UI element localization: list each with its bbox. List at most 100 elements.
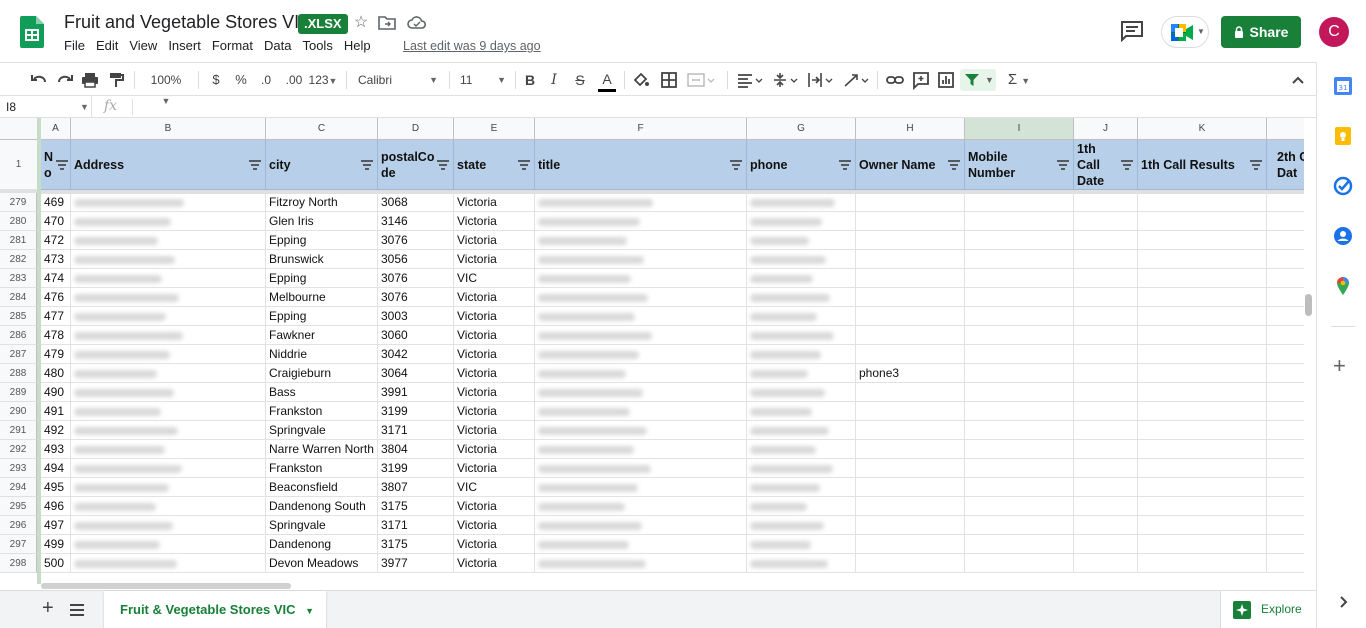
- cell-owner-name[interactable]: [856, 478, 965, 497]
- cell-state[interactable]: Victoria: [454, 212, 535, 231]
- cell-postalcode[interactable]: 3056: [378, 250, 454, 269]
- cell-mobile-number[interactable]: [965, 212, 1074, 231]
- maps-icon[interactable]: [1333, 276, 1353, 296]
- cell-no[interactable]: 492: [41, 421, 71, 440]
- text-wrapping-icon[interactable]: [806, 70, 836, 90]
- cell-title[interactable]: [535, 212, 747, 231]
- cell-state[interactable]: Victoria: [454, 497, 535, 516]
- cell-mobile-number[interactable]: [965, 326, 1074, 345]
- cell-postalcode[interactable]: 3991: [378, 383, 454, 402]
- cell-state[interactable]: Victoria: [454, 516, 535, 535]
- cell-1th-call-results[interactable]: [1138, 345, 1267, 364]
- column-header-d[interactable]: D: [378, 118, 454, 140]
- meet-button[interactable]: ▼: [1161, 16, 1209, 48]
- cell-no[interactable]: 490: [41, 383, 71, 402]
- cell-2th-call-date[interactable]: [1267, 250, 1304, 269]
- decrease-decimal-button[interactable]: .0: [256, 70, 276, 90]
- cell-city[interactable]: Frankston: [266, 402, 378, 421]
- cell-2th-call-date[interactable]: [1267, 326, 1304, 345]
- row-number[interactable]: 289: [0, 383, 37, 402]
- cell-state[interactable]: Victoria: [454, 231, 535, 250]
- number-format-select[interactable]: 123▼: [308, 70, 338, 90]
- column-header-h[interactable]: H: [856, 118, 965, 140]
- cell-2th-call-date[interactable]: [1267, 345, 1304, 364]
- cell-owner-name[interactable]: [856, 383, 965, 402]
- cell-city[interactable]: Narre Warren North: [266, 440, 378, 459]
- cell-mobile-number[interactable]: [965, 269, 1074, 288]
- header-cell-1th-call-date[interactable]: 1th Call Date: [1074, 140, 1138, 190]
- cell-owner-name[interactable]: [856, 345, 965, 364]
- cell-phone[interactable]: [747, 554, 856, 573]
- cell-no[interactable]: 480: [41, 364, 71, 383]
- cell-title[interactable]: [535, 383, 747, 402]
- cell-address[interactable]: [71, 326, 266, 345]
- filter-icon[interactable]: [839, 160, 851, 170]
- cell-postalcode[interactable]: 3807: [378, 478, 454, 497]
- cell-title[interactable]: [535, 250, 747, 269]
- cell-mobile-number[interactable]: [965, 497, 1074, 516]
- cell-address[interactable]: [71, 364, 266, 383]
- cell-address[interactable]: [71, 440, 266, 459]
- cell-1th-call-results[interactable]: [1138, 402, 1267, 421]
- fill-color-icon[interactable]: [632, 70, 650, 90]
- last-edit-link[interactable]: Last edit was 9 days ago: [403, 39, 541, 53]
- horizontal-scrollbar-thumb[interactable]: [41, 583, 291, 589]
- cell-mobile-number[interactable]: [965, 193, 1074, 212]
- cell-no[interactable]: 493: [41, 440, 71, 459]
- cell-address[interactable]: [71, 535, 266, 554]
- column-header-b[interactable]: B: [71, 118, 266, 140]
- row-number[interactable]: 290: [0, 402, 37, 421]
- cell-owner-name[interactable]: [856, 497, 965, 516]
- cell-2th-call-date[interactable]: [1267, 269, 1304, 288]
- cell-1th-call-results[interactable]: [1138, 535, 1267, 554]
- cell-1th-call-date[interactable]: [1074, 440, 1138, 459]
- cell-owner-name[interactable]: [856, 269, 965, 288]
- add-sheet-icon[interactable]: +: [42, 598, 54, 618]
- cell-city[interactable]: Epping: [266, 231, 378, 250]
- row-number[interactable]: 283: [0, 269, 37, 288]
- contacts-icon[interactable]: [1333, 226, 1353, 246]
- cell-1th-call-results[interactable]: [1138, 326, 1267, 345]
- cell-mobile-number[interactable]: [965, 402, 1074, 421]
- cell-2th-call-date[interactable]: [1267, 193, 1304, 212]
- cell-phone[interactable]: [747, 478, 856, 497]
- cell-phone[interactable]: [747, 326, 856, 345]
- cell-city[interactable]: Frankston: [266, 459, 378, 478]
- cell-title[interactable]: [535, 402, 747, 421]
- formula-input[interactable]: [136, 96, 1306, 118]
- cell-city[interactable]: Beaconsfield: [266, 478, 378, 497]
- cell-phone[interactable]: [747, 231, 856, 250]
- frozen-column-divider[interactable]: [37, 118, 41, 584]
- filter-button[interactable]: ▼: [960, 69, 996, 91]
- cell-city[interactable]: Niddrie: [266, 345, 378, 364]
- cell-phone[interactable]: [747, 307, 856, 326]
- cell-address[interactable]: [71, 193, 266, 212]
- cell-owner-name[interactable]: [856, 535, 965, 554]
- cell-1th-call-date[interactable]: [1074, 326, 1138, 345]
- cell-state[interactable]: Victoria: [454, 535, 535, 554]
- cell-state[interactable]: Victoria: [454, 459, 535, 478]
- bold-button[interactable]: B: [522, 70, 538, 90]
- text-color-button[interactable]: A: [598, 70, 616, 92]
- menu-help[interactable]: Help: [344, 38, 371, 56]
- cell-1th-call-results[interactable]: [1138, 269, 1267, 288]
- cell-phone[interactable]: [747, 459, 856, 478]
- functions-select[interactable]: Σ ▼: [1004, 70, 1034, 90]
- column-header-e[interactable]: E: [454, 118, 535, 140]
- cell-state[interactable]: Victoria: [454, 421, 535, 440]
- star-icon[interactable]: ☆: [350, 12, 372, 34]
- cell-state[interactable]: Victoria: [454, 383, 535, 402]
- cell-city[interactable]: Springvale: [266, 516, 378, 535]
- cell-title[interactable]: [535, 231, 747, 250]
- cell-owner-name[interactable]: [856, 231, 965, 250]
- cell-mobile-number[interactable]: [965, 535, 1074, 554]
- cell-owner-name[interactable]: [856, 421, 965, 440]
- column-header-g[interactable]: G: [747, 118, 856, 140]
- column-header-f[interactable]: F: [535, 118, 747, 140]
- cell-address[interactable]: [71, 402, 266, 421]
- zoom-select[interactable]: 100% ▼: [145, 70, 187, 106]
- header-cell-state[interactable]: state: [454, 140, 535, 190]
- column-header-j[interactable]: J: [1074, 118, 1138, 140]
- cell-title[interactable]: [535, 535, 747, 554]
- cell-phone[interactable]: [747, 497, 856, 516]
